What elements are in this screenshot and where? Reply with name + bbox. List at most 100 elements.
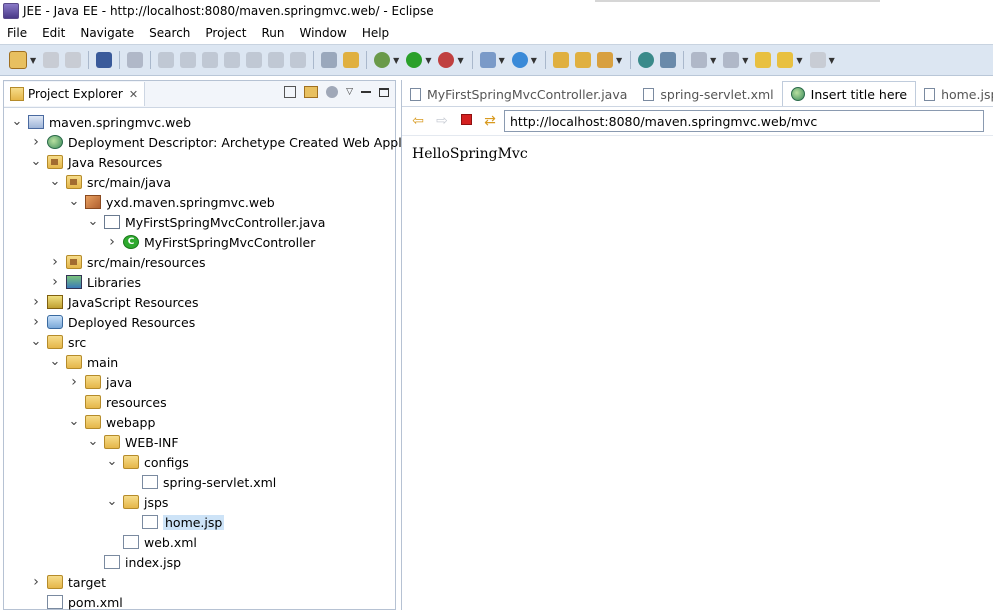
tree-item[interactable]: ⌄ src/main/java [48, 172, 172, 192]
chevron-down-icon[interactable]: ▼ [457, 56, 463, 65]
tree-item[interactable]: index.jsp [86, 552, 181, 572]
tree-item[interactable]: › Deployed Resources [29, 312, 195, 332]
chevron-down-icon[interactable]: ▼ [742, 56, 748, 65]
tree-item[interactable]: ⌄ jsps [105, 492, 169, 512]
tab-home-jsp[interactable]: home.jsp [916, 82, 993, 106]
back-arrow-icon[interactable] [777, 52, 794, 68]
chevron-right-icon[interactable]: › [48, 274, 62, 290]
tree-item[interactable]: spring-servlet.xml [124, 472, 276, 492]
close-icon[interactable]: ✕ [129, 88, 138, 101]
tree-item[interactable]: home.jsp [124, 512, 225, 532]
minimize-icon[interactable] [361, 91, 371, 93]
chevron-right-icon[interactable]: › [29, 314, 43, 330]
tree-item[interactable]: ⌄ configs [105, 452, 189, 472]
skip-breakpoints-icon[interactable] [127, 52, 144, 68]
menu-search[interactable]: Search [142, 26, 198, 40]
back-arrow-icon[interactable]: ⇦ [410, 113, 426, 129]
tree-item[interactable]: ⌄ yxd.maven.springmvc.web [67, 192, 275, 212]
chevron-right-icon[interactable]: › [29, 574, 43, 590]
tab-project-explorer[interactable]: Project Explorer ✕ [4, 82, 146, 106]
menu-file[interactable]: File [0, 26, 35, 40]
chevron-right-icon[interactable]: › [48, 254, 62, 270]
new-class-icon[interactable] [511, 52, 528, 68]
chevron-down-icon[interactable]: ⌄ [10, 115, 24, 128]
chevron-down-icon[interactable]: ▼ [616, 56, 622, 65]
chevron-down-icon[interactable]: ▼ [499, 56, 505, 65]
tab-insert-title-here[interactable]: Insert title here [781, 81, 917, 106]
chevron-down-icon[interactable]: ▼ [425, 56, 431, 65]
debug-icon[interactable] [374, 52, 391, 68]
chevron-down-icon[interactable]: ▼ [796, 56, 802, 65]
save-all-icon[interactable] [65, 52, 82, 68]
chevron-down-icon[interactable]: ▼ [829, 56, 835, 65]
focus-icon[interactable] [326, 86, 339, 98]
chevron-down-icon[interactable]: ⌄ [67, 195, 81, 208]
run-external-tools-icon[interactable] [438, 52, 455, 68]
menu-edit[interactable]: Edit [35, 26, 73, 40]
open-type-icon[interactable] [552, 52, 569, 68]
view-menu-icon[interactable]: ▽ [346, 87, 353, 97]
tree-item[interactable]: ⌄ src [29, 332, 87, 352]
chevron-down-icon[interactable]: ⌄ [86, 435, 100, 448]
tree-item[interactable]: › JavaScript Resources [29, 292, 198, 312]
disconnect-icon[interactable] [224, 52, 241, 68]
tree-item[interactable]: ⌄ Java Resources [29, 152, 163, 172]
resume-icon[interactable] [158, 52, 175, 68]
chevron-down-icon[interactable]: ▼ [393, 56, 399, 65]
tree-item[interactable]: ⌄ maven.springmvc.web [10, 112, 191, 132]
chevron-down-icon[interactable]: ⌄ [67, 415, 81, 428]
tree-item[interactable]: resources [67, 392, 167, 412]
task-icon[interactable] [660, 52, 677, 68]
step-over-icon[interactable] [268, 52, 285, 68]
chevron-right-icon[interactable]: › [67, 374, 81, 390]
search-icon[interactable] [596, 52, 613, 68]
terminal-icon[interactable] [96, 52, 113, 68]
chevron-down-icon[interactable]: ⌄ [29, 335, 43, 348]
tab-spring-servlet-xml[interactable]: spring-servlet.xml [635, 82, 781, 106]
step-into-icon[interactable] [246, 52, 263, 68]
tree-item[interactable]: ⌄ webapp [67, 412, 156, 432]
previous-annotation-icon[interactable] [723, 52, 740, 68]
tree-item[interactable]: web.xml [105, 532, 197, 552]
open-resource-icon[interactable] [574, 52, 591, 68]
new-web-project-icon[interactable] [479, 52, 496, 68]
tab-myfirstspringmvccontroller-java[interactable]: MyFirstSpringMvcController.java [402, 82, 635, 106]
chevron-down-icon[interactable]: ⌄ [105, 455, 119, 468]
forward-arrow-icon[interactable]: ⇨ [434, 113, 450, 129]
maximize-icon[interactable] [379, 87, 389, 97]
chevron-right-icon[interactable]: › [105, 234, 119, 250]
tree-item[interactable]: › Deployment Descriptor: Archetype Create… [29, 132, 443, 152]
chevron-down-icon[interactable]: ▼ [30, 56, 36, 65]
chevron-down-icon[interactable]: ⌄ [48, 175, 62, 188]
suspend-icon[interactable] [180, 52, 197, 68]
url-input[interactable]: http://localhost:8080/maven.springmvc.we… [504, 110, 984, 132]
menu-help[interactable]: Help [355, 26, 397, 40]
link-with-editor-icon[interactable] [304, 86, 319, 98]
menu-project[interactable]: Project [198, 26, 254, 40]
chevron-down-icon[interactable]: ▼ [531, 56, 537, 65]
chevron-down-icon[interactable]: ▼ [710, 56, 716, 65]
last-edit-location-icon[interactable] [755, 52, 772, 68]
tree-item[interactable]: › java [67, 372, 132, 392]
publish-icon[interactable] [343, 52, 360, 68]
new-icon[interactable] [9, 51, 27, 69]
tree-item[interactable]: › Libraries [48, 272, 141, 292]
chevron-down-icon[interactable]: ⌄ [29, 155, 43, 168]
tree-item[interactable]: ⌄ MyFirstSpringMvcController.java [86, 212, 326, 232]
step-return-icon[interactable] [290, 52, 307, 68]
forward-arrow-icon[interactable] [809, 52, 826, 68]
save-icon[interactable] [43, 52, 60, 68]
chevron-down-icon[interactable]: ⌄ [86, 215, 100, 228]
menu-window[interactable]: Window [292, 26, 354, 40]
collapse-all-icon[interactable] [284, 86, 297, 98]
tree-item[interactable]: ⌄ main [48, 352, 119, 372]
chevron-right-icon[interactable]: › [29, 294, 43, 310]
tree-item[interactable]: › C MyFirstSpringMvcController [105, 232, 315, 252]
tree-item[interactable]: pom.xml [29, 592, 123, 612]
web-browser-icon[interactable] [638, 52, 655, 68]
stop-icon[interactable] [458, 113, 474, 129]
chevron-down-icon[interactable]: ⌄ [105, 495, 119, 508]
run-icon[interactable] [406, 52, 423, 68]
chevron-down-icon[interactable]: ⌄ [48, 355, 62, 368]
menu-navigate[interactable]: Navigate [73, 26, 142, 40]
